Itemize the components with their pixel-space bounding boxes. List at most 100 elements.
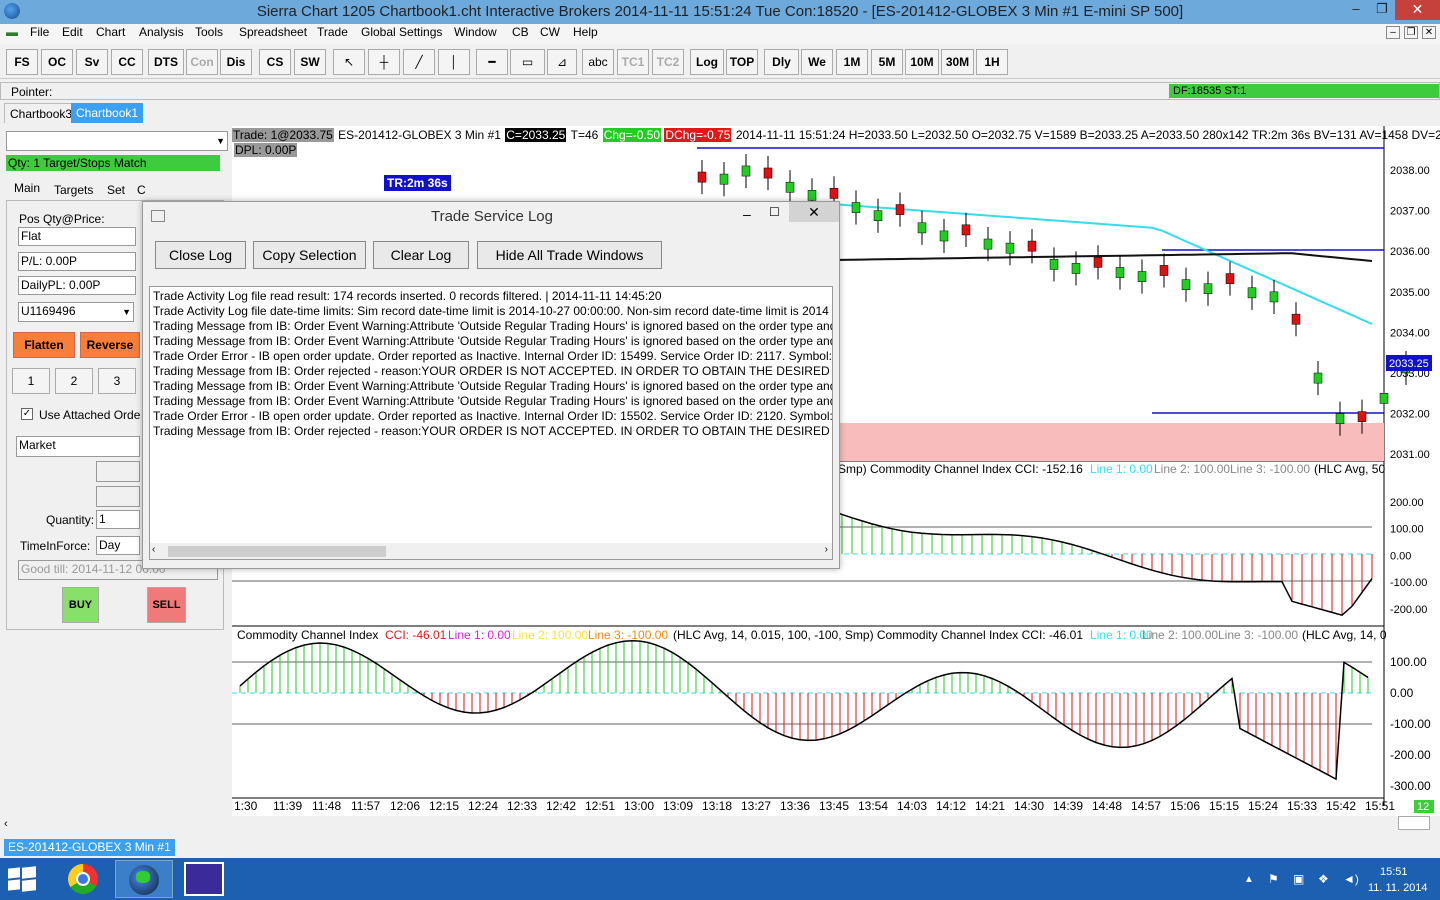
restore-icon[interactable]: ❐ <box>1368 0 1396 20</box>
dialog-minimize-icon[interactable]: ‒ <box>743 206 751 222</box>
tb-10m[interactable]: 10M <box>905 49 939 75</box>
tb-dly[interactable]: Dly <box>764 49 799 75</box>
menu-cb[interactable]: CB <box>512 25 529 39</box>
tb-cs[interactable]: CS <box>259 49 291 75</box>
doc-icon[interactable]: ▬ <box>6 25 18 39</box>
clock-date[interactable]: 11. 11. 2014 <box>1368 882 1428 894</box>
tab-chartbook1[interactable]: Chartbook1 <box>71 103 144 123</box>
dialog-maximize-icon[interactable]: ☐ <box>769 205 780 219</box>
hide-all-trade-windows-button[interactable]: Hide All Trade Windows <box>477 241 662 269</box>
mdi-restore-icon[interactable]: ❐ <box>1404 26 1418 39</box>
tb-fs[interactable]: FS <box>6 49 38 75</box>
line-tool-icon[interactable]: ╱ <box>403 49 435 75</box>
scroll-right-icon[interactable]: › <box>825 544 828 555</box>
windows-start-icon[interactable] <box>8 866 36 892</box>
tb-abc[interactable]: abc <box>582 49 614 75</box>
menu-trade[interactable]: Trade <box>317 25 348 39</box>
clear-log-button[interactable]: Clear Log <box>373 241 469 269</box>
chart-tab[interactable]: ES-201412-GLOBEX 3 Min #1 <box>4 839 175 856</box>
tab-main[interactable]: Main <box>14 181 40 195</box>
network-icon[interactable]: ▣ <box>1293 872 1304 886</box>
log-list[interactable]: Trade Activity Log file read result: 174… <box>149 286 833 560</box>
vline-tool-icon[interactable]: │ <box>438 49 470 75</box>
volume-icon[interactable]: ◄) <box>1343 872 1359 886</box>
tb-oc[interactable]: OC <box>41 49 73 75</box>
scroll-left-icon[interactable]: ‹ <box>4 818 8 830</box>
price2-field[interactable] <box>96 486 140 507</box>
menu-cw[interactable]: CW <box>540 25 560 39</box>
flatten-button[interactable]: Flatten <box>13 332 75 358</box>
sell-button[interactable]: SELL <box>147 587 186 623</box>
menu-spreadsheet[interactable]: Spreadsheet <box>239 25 307 39</box>
tab-set[interactable]: Set <box>107 183 125 197</box>
toolbar: FS OC Sv CC DTS Con Dis CS SW ↖ ┼ ╱ │ ━ … <box>0 45 1440 79</box>
tab-chartbook3[interactable]: Chartbook3 <box>4 103 79 123</box>
tb-5m[interactable]: 5M <box>871 49 903 75</box>
use-attached-checkbox[interactable]: ✓ <box>21 408 33 420</box>
qty-button-2[interactable]: 2 <box>55 368 93 394</box>
mdi-minimize-icon[interactable]: ‒ <box>1386 26 1400 39</box>
chrome-icon[interactable] <box>60 860 106 898</box>
tb-sv[interactable]: Sv <box>76 49 108 75</box>
dialog-close-icon[interactable]: ✕ <box>789 202 839 222</box>
pointer-tool-icon[interactable]: ↖ <box>333 49 365 75</box>
mdi-close-icon[interactable]: ✕ <box>1422 26 1436 39</box>
tb-30m[interactable]: 30M <box>941 49 974 75</box>
tab-targets[interactable]: Targets <box>54 183 93 197</box>
tb-1m[interactable]: 1M <box>836 49 868 75</box>
tb-sw[interactable]: SW <box>294 49 326 75</box>
sierra-chart-taskbar-icon[interactable] <box>115 860 173 898</box>
menu-analysis[interactable]: Analysis <box>139 25 184 39</box>
minimize-icon[interactable]: ‒ <box>1342 0 1370 20</box>
menu-global-settings[interactable]: Global Settings <box>361 25 442 39</box>
tb-tc2[interactable]: TC2 <box>652 49 684 75</box>
menu-help[interactable]: Help <box>573 25 598 39</box>
clock-time[interactable]: 15:51 <box>1380 866 1408 878</box>
tb-we[interactable]: We <box>801 49 833 75</box>
menu-chart[interactable]: Chart <box>96 25 125 39</box>
qty-button-1[interactable]: 1 <box>12 368 50 394</box>
close-icon[interactable]: ✕ <box>1395 0 1440 20</box>
order-type-select[interactable]: Market <box>16 436 140 457</box>
tb-log[interactable]: Log <box>690 49 724 75</box>
hline-tool-icon[interactable]: ━ <box>476 49 508 75</box>
quantity-field[interactable]: 1 <box>96 510 140 529</box>
menu-edit[interactable]: Edit <box>62 25 83 39</box>
ray-tool-icon[interactable]: ⊿ <box>547 49 577 75</box>
tb-top[interactable]: TOP <box>726 49 758 75</box>
tif-select[interactable]: Day <box>96 536 140 555</box>
flag-icon[interactable]: ⚑ <box>1268 872 1279 886</box>
close-log-button[interactable]: Close Log <box>155 241 246 269</box>
tab-c[interactable]: C <box>137 183 146 197</box>
bar-spacing-field[interactable] <box>1398 816 1430 830</box>
copy-selection-button[interactable]: Copy Selection <box>253 241 366 269</box>
time-tick: 12:42 <box>546 799 576 813</box>
buy-button[interactable]: BUY <box>62 587 99 623</box>
menu-file[interactable]: File <box>30 25 49 39</box>
tb-1h[interactable]: 1H <box>976 49 1008 75</box>
symbol-select[interactable]: ▼ <box>6 131 228 151</box>
tb-cc[interactable]: CC <box>111 49 143 75</box>
crosshair-tool-icon[interactable]: ┼ <box>368 49 400 75</box>
menu-window[interactable]: Window <box>454 25 497 39</box>
price1-field[interactable] <box>96 461 140 482</box>
time-tick: 15:33 <box>1287 799 1317 813</box>
candle <box>1247 287 1257 299</box>
tb-tc1[interactable]: TC1 <box>617 49 649 75</box>
tb-con[interactable]: Con <box>186 49 218 75</box>
horizontal-scrollbar[interactable]: ‹ › <box>150 543 832 559</box>
dialog-title: Trade Service Log <box>430 208 553 225</box>
dropbox-icon[interactable]: ❖ <box>1318 872 1329 886</box>
reverse-button[interactable]: Reverse <box>80 332 140 358</box>
scrollbar-thumb[interactable] <box>168 546 386 557</box>
tb-dts[interactable]: DTS <box>148 49 184 75</box>
rectangle-tool-icon[interactable]: ▭ <box>510 49 545 75</box>
tray-up-icon[interactable]: ▲ <box>1244 874 1254 885</box>
qty-button-3[interactable]: 3 <box>98 368 136 394</box>
time-tick: 14:30 <box>1014 799 1044 813</box>
tb-dis[interactable]: Dis <box>220 49 252 75</box>
menu-tools[interactable]: Tools <box>195 25 223 39</box>
account-select[interactable]: U1169496 ▼ <box>18 302 134 322</box>
app-taskbar-icon[interactable] <box>184 862 224 896</box>
scroll-left-icon[interactable]: ‹ <box>152 544 155 555</box>
